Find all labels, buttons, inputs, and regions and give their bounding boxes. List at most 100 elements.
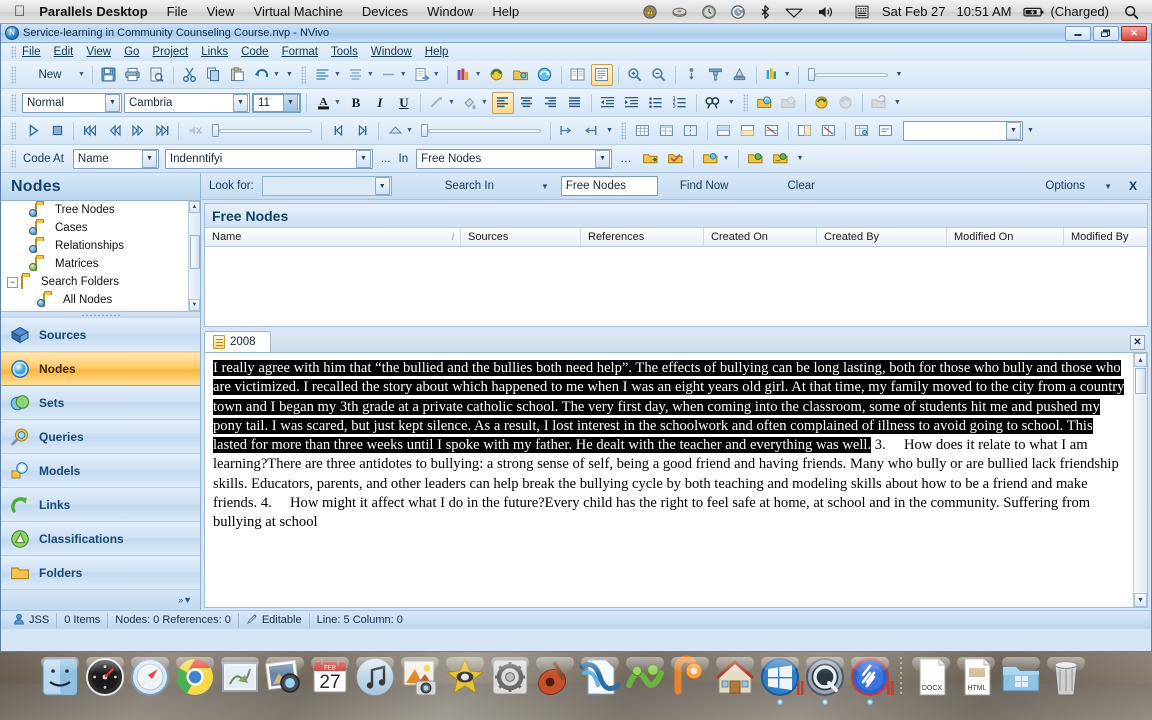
menu-project[interactable]: Project (152, 46, 188, 58)
document-text[interactable]: I really agree with him that “the bullie… (205, 353, 1133, 607)
decrease-indent-icon[interactable] (597, 92, 619, 114)
align-right-icon[interactable] (540, 92, 562, 114)
format-overflow-icon[interactable]: ▼ (726, 92, 737, 114)
garageband-icon[interactable] (533, 655, 577, 699)
open-project-icon[interactable] (510, 64, 532, 86)
stop-icon[interactable] (46, 120, 68, 142)
scrollbar-thumb[interactable] (1135, 368, 1146, 394)
word-icon[interactable] (578, 655, 622, 699)
code-at-in-ellipsis[interactable]: … (620, 153, 632, 165)
input-menu-icon[interactable] (854, 4, 870, 20)
font-select[interactable]: Cambria ▼ (124, 92, 250, 113)
menu-links[interactable]: Links (201, 46, 228, 58)
chevron-down-icon[interactable]: ▼ (283, 93, 298, 112)
parallels-icon[interactable] (848, 655, 894, 705)
coding-toolbar-grip[interactable] (742, 93, 748, 112)
copy-icon[interactable] (203, 64, 225, 86)
format-toolbar-grip[interactable] (11, 93, 16, 112)
table-toolbar-grip[interactable] (620, 121, 626, 140)
column-header-created-on[interactable]: Created On (704, 228, 817, 246)
refresh-icon[interactable] (486, 64, 508, 86)
code-selection-icon[interactable] (665, 148, 687, 170)
menu-edit[interactable]: Edit (54, 46, 74, 58)
mac-menu-window[interactable]: Window (427, 4, 473, 19)
zoom-slider-knob[interactable] (807, 68, 815, 81)
iphoto-icon[interactable] (263, 655, 307, 699)
forward-end-icon[interactable] (151, 120, 173, 142)
font-color-icon[interactable]: A (312, 92, 334, 114)
tree-item-search-folders[interactable]: − Search Folders (1, 273, 200, 291)
code-at-type-select[interactable]: Name ▼ (72, 148, 159, 169)
row-append-icon[interactable] (580, 120, 602, 142)
system-preferences-icon[interactable] (488, 655, 532, 699)
finder-icon[interactable] (38, 655, 82, 699)
search-input[interactable]: ▼ (261, 176, 392, 196)
rewind-icon[interactable] (103, 120, 125, 142)
quicktime-icon[interactable] (803, 655, 847, 705)
annotation-icon[interactable] (811, 92, 833, 114)
grid-icon[interactable] (632, 120, 654, 142)
new-button[interactable]: New (22, 65, 78, 85)
chevron-down-icon[interactable]: ▼ (355, 149, 371, 168)
paste-icon[interactable] (227, 64, 249, 86)
menu-go[interactable]: Go (124, 46, 139, 58)
safari-icon[interactable] (128, 655, 172, 699)
folder-icon[interactable] (999, 655, 1043, 699)
tree-item-relationships[interactable]: Relationships (1, 237, 200, 255)
chevron-down-icon[interactable]: ▼ (595, 149, 611, 168)
mac-menu-help[interactable]: Help (492, 4, 519, 19)
find-now-button[interactable]: Find Now (680, 180, 729, 192)
sidebar-item-models[interactable]: Models (1, 454, 200, 488)
zoom-in-icon[interactable] (624, 64, 646, 86)
underline-button[interactable]: U (393, 92, 415, 114)
close-find-bar-button[interactable]: X (1129, 179, 1137, 193)
tree-item-cases[interactable]: Cases (1, 219, 200, 237)
search-in-dropdown-icon[interactable]: ▼ (541, 182, 549, 191)
media-overflow-icon[interactable]: ▼ (604, 120, 615, 142)
column-header-modified-by[interactable]: Modified By (1064, 228, 1147, 246)
menubar-time[interactable]: 10:51 AM (957, 4, 1012, 19)
align-left-icon[interactable] (491, 91, 514, 114)
spread-coding-icon[interactable] (700, 148, 722, 170)
tree-item-all-nodes[interactable]: All Nodes (1, 291, 200, 309)
insert-column-icon[interactable] (794, 120, 816, 142)
in-vivo-icon[interactable] (745, 148, 767, 170)
coding-stripes-icon[interactable] (762, 64, 784, 86)
delete-row-icon[interactable] (761, 120, 783, 142)
highlight-icon[interactable] (729, 64, 751, 86)
scroll-down-icon[interactable]: ▼ (1134, 593, 1147, 607)
properties-dropdown-icon[interactable]: ▼ (367, 71, 374, 78)
column-header-name[interactable]: Name / (205, 228, 461, 246)
volume-slider-knob[interactable] (420, 124, 428, 137)
toolbar-overflow-icon[interactable]: ▼ (284, 64, 295, 86)
font-size-select[interactable]: 11 ▼ (252, 92, 301, 113)
paint-icon[interactable] (705, 64, 727, 86)
italic-button[interactable]: I (369, 92, 391, 114)
menu-help[interactable]: Help (425, 46, 449, 58)
volume-icon[interactable] (384, 120, 406, 142)
uncode-icon[interactable] (778, 92, 800, 114)
row-insert-icon[interactable] (556, 120, 578, 142)
volume-icon[interactable] (817, 4, 835, 20)
fill-color-dropdown-icon[interactable]: ▼ (481, 99, 488, 106)
position-slider-track[interactable] (219, 128, 312, 133)
time-machine-icon[interactable] (730, 4, 746, 20)
options-button[interactable]: Options (1045, 180, 1085, 192)
save-icon[interactable] (98, 64, 120, 86)
eject-icon[interactable] (671, 4, 688, 20)
menu-file[interactable]: File (22, 46, 41, 58)
find-icon[interactable] (702, 92, 724, 114)
clock-icon[interactable] (701, 4, 717, 20)
chrome-icon[interactable] (173, 655, 217, 699)
volume-slider[interactable] (420, 124, 541, 137)
undo-icon[interactable] (251, 64, 273, 86)
print-icon[interactable] (122, 64, 144, 86)
previous-frame-icon[interactable] (327, 120, 349, 142)
scroll-down-icon[interactable]: ▼ (189, 299, 200, 312)
menu-app-name[interactable]: Parallels Desktop (39, 4, 147, 19)
rewind-start-icon[interactable] (79, 120, 101, 142)
code-icon[interactable] (754, 92, 776, 114)
table-props-icon[interactable] (851, 120, 873, 142)
mail-icon[interactable] (218, 655, 262, 699)
collapse-expander-icon[interactable]: − (7, 276, 18, 288)
